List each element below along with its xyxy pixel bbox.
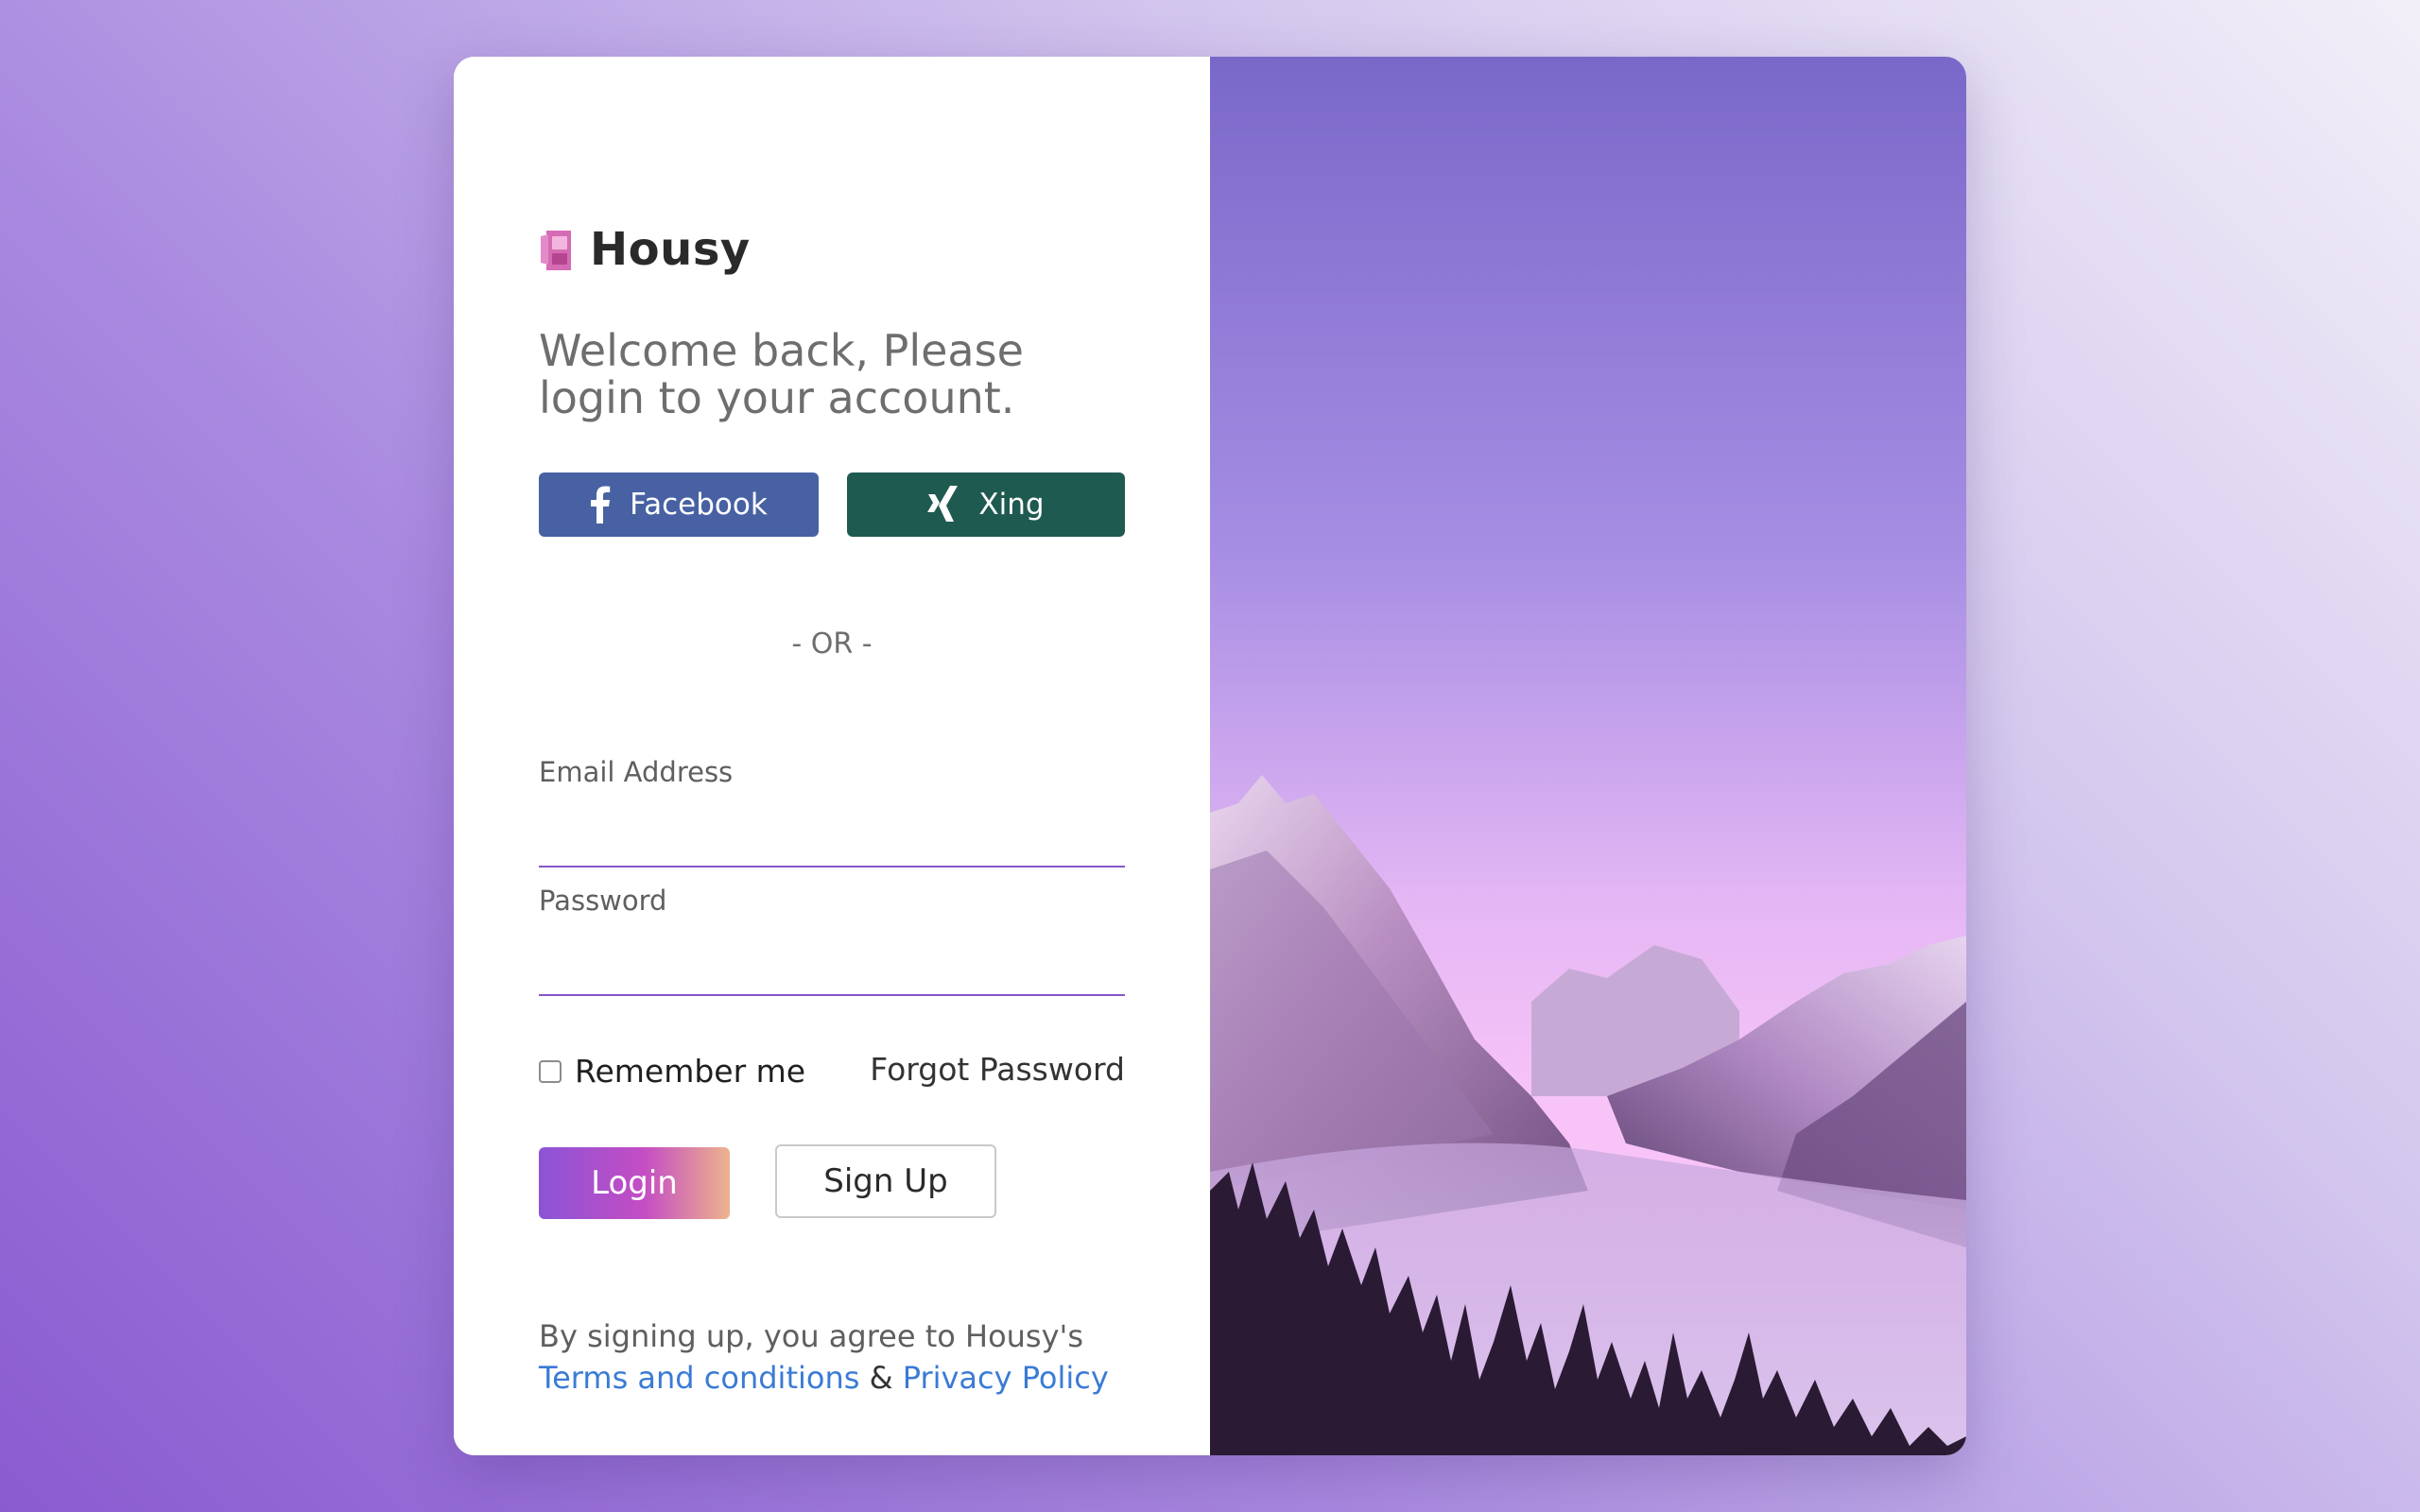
welcome-heading: Welcome back, Please login to your accou… (539, 325, 1024, 423)
terms-notice: By signing up, you agree to Housy's Term… (539, 1315, 1144, 1399)
email-field[interactable] (539, 824, 1125, 868)
brand: Housy (539, 223, 751, 276)
login-panel: Housy Welcome back, Please login to your… (454, 57, 1210, 1455)
xing-login-button[interactable]: Xing (847, 472, 1125, 537)
login-card: Housy Welcome back, Please login to your… (454, 57, 1966, 1455)
brand-name: Housy (590, 223, 751, 276)
terms-link[interactable]: Terms and conditions (539, 1360, 859, 1396)
mountain-landscape-image (1210, 57, 1966, 1455)
or-divider: - OR - (791, 627, 873, 661)
password-label: Password (539, 885, 667, 917)
facebook-login-button[interactable]: Facebook (539, 472, 819, 537)
phone-booth-icon (541, 231, 571, 270)
remember-me-label[interactable]: Remember me (575, 1053, 805, 1090)
remember-me: Remember me (539, 1053, 805, 1090)
forgot-password-link[interactable]: Forgot Password (870, 1051, 1125, 1088)
privacy-policy-link[interactable]: Privacy Policy (903, 1360, 1109, 1396)
login-button[interactable]: Login (539, 1147, 730, 1219)
password-field[interactable] (539, 953, 1125, 996)
facebook-label: Facebook (630, 488, 768, 522)
signup-button[interactable]: Sign Up (775, 1144, 996, 1218)
hero-image (1210, 57, 1966, 1455)
xing-icon (927, 486, 959, 524)
xing-label: Xing (978, 488, 1045, 522)
remember-me-checkbox[interactable] (539, 1059, 562, 1083)
terms-ampersand: & (869, 1360, 893, 1396)
facebook-icon (590, 486, 611, 524)
email-label: Email Address (539, 756, 734, 788)
terms-prefix: By signing up, you agree to Housy's (539, 1318, 1083, 1354)
